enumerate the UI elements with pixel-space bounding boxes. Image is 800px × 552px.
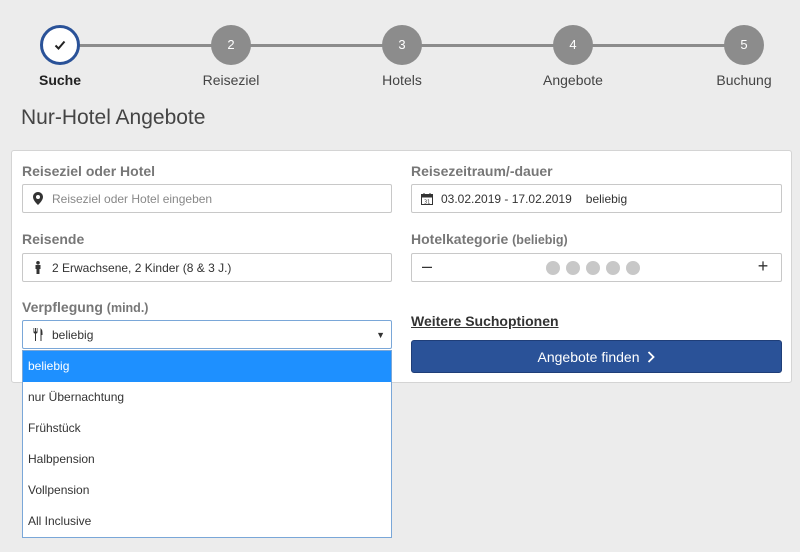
find-offers-button[interactable]: Angebote finden: [411, 340, 782, 373]
star-icon[interactable]: [626, 261, 640, 275]
checkmark-icon: [54, 40, 66, 50]
travel-dates: 03.02.2019 - 17.02.2019: [441, 191, 572, 206]
destination-label: Reiseziel oder Hotel: [22, 163, 156, 179]
travelers-input[interactable]: 2 Erwachsene, 2 Kinder (8 & 3 J.): [22, 253, 392, 282]
more-options-link[interactable]: Weitere Suchoptionen: [411, 313, 559, 329]
dropdown-option[interactable]: Vollpension: [23, 475, 391, 506]
travel-duration: beliebig: [585, 191, 628, 206]
step-label: Angebote: [543, 72, 603, 88]
step-number: 2: [211, 25, 251, 65]
step-circle-done: [40, 25, 80, 65]
destination-input[interactable]: Reiseziel oder Hotel eingeben: [22, 184, 392, 213]
travel-period-label: Reisezeitraum/-dauer: [411, 163, 553, 179]
dropdown-option[interactable]: nur Übernachtung: [23, 382, 391, 413]
destination-placeholder: Reiseziel oder Hotel eingeben: [52, 191, 213, 206]
step-label: Hotels: [382, 72, 422, 88]
travelers-value: 2 Erwachsene, 2 Kinder (8 & 3 J.): [52, 260, 232, 275]
board-label: Verpflegung (mind.): [22, 299, 148, 315]
cutlery-icon: [32, 328, 44, 342]
step-number: 5: [724, 25, 764, 65]
plus-button[interactable]: +: [753, 256, 773, 277]
chevron-down-icon: ▼: [376, 330, 385, 340]
board-label-sub: (mind.): [106, 301, 149, 315]
step-hotels[interactable]: 3 Hotels: [357, 25, 447, 88]
step-buchung[interactable]: 5 Buchung: [699, 25, 789, 88]
board-label-text: Verpflegung: [22, 299, 103, 315]
dropdown-option[interactable]: beliebig: [23, 351, 391, 382]
star-icon[interactable]: [606, 261, 620, 275]
board-select[interactable]: beliebig ▼: [22, 320, 392, 349]
step-label: Reiseziel: [202, 72, 260, 88]
star-icon[interactable]: [566, 261, 580, 275]
step-angebote[interactable]: 4 Angebote: [528, 25, 618, 88]
step-label: Suche: [38, 72, 81, 88]
board-value: beliebig: [52, 327, 94, 342]
dropdown-option[interactable]: All Inclusive: [23, 506, 391, 537]
svg-text:31: 31: [424, 199, 430, 205]
map-pin-icon: [32, 192, 44, 206]
calendar-icon: 31: [421, 192, 433, 206]
page-title: Nur-Hotel Angebote: [21, 106, 206, 129]
hotel-category-selector: – +: [411, 253, 782, 282]
step-label: Buchung: [716, 72, 772, 88]
hotel-category-label: Hotelkategorie (beliebig): [411, 231, 568, 247]
person-icon: [32, 261, 44, 275]
find-offers-label: Angebote finden: [537, 348, 640, 365]
step-number: 4: [553, 25, 593, 65]
step-number: 3: [382, 25, 422, 65]
dropdown-option[interactable]: Halbpension: [23, 444, 391, 475]
step-suche[interactable]: Suche: [15, 25, 105, 88]
board-dropdown: beliebig nur Übernachtung Frühstück Halb…: [22, 350, 392, 538]
minus-button[interactable]: –: [417, 256, 437, 277]
chevron-right-icon: [648, 350, 656, 363]
star-icon[interactable]: [546, 261, 560, 275]
hotel-category-sub: (beliebig): [512, 233, 568, 247]
hotel-category-label-text: Hotelkategorie: [411, 231, 509, 247]
progress-stepper: Suche 2 Reiseziel 3 Hotels 4 Angebote 5 …: [0, 0, 800, 100]
step-reiseziel[interactable]: 2 Reiseziel: [186, 25, 276, 88]
star-icon[interactable]: [586, 261, 600, 275]
star-rating[interactable]: [546, 261, 640, 275]
travelers-label: Reisende: [22, 231, 85, 247]
dropdown-option[interactable]: Frühstück: [23, 413, 391, 444]
travel-period-input[interactable]: 31 03.02.2019 - 17.02.2019 beliebig: [411, 184, 782, 213]
